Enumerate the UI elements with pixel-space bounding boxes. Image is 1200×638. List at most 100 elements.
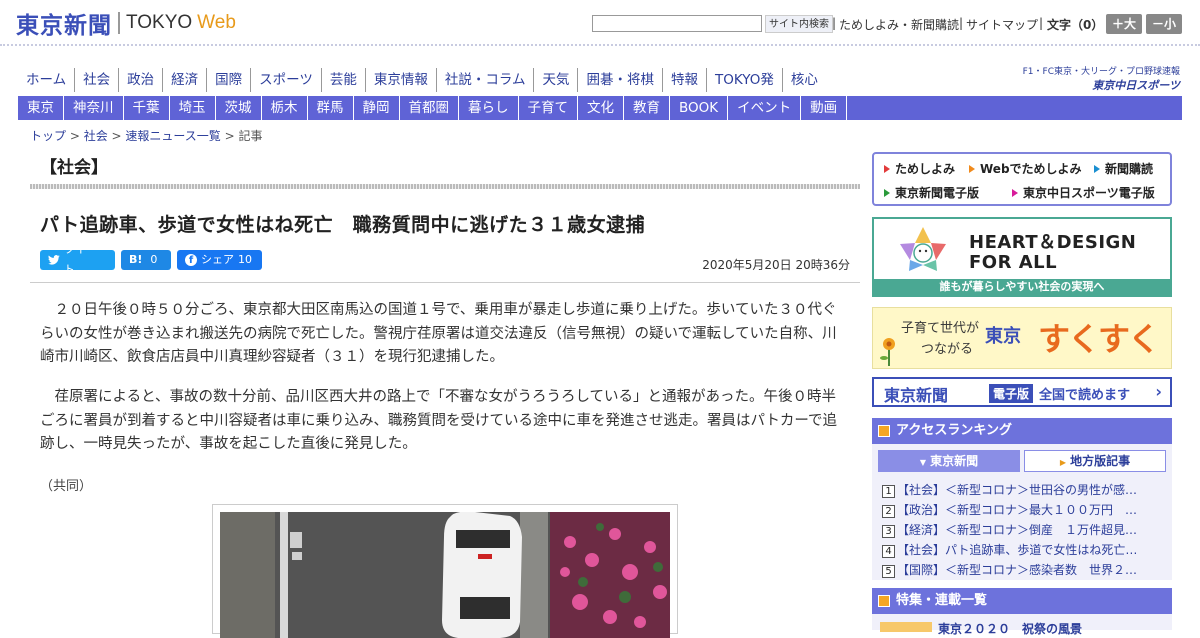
sitemap-link[interactable]: サイトマップ bbox=[966, 16, 1038, 33]
logo-english: TOKYO bbox=[126, 12, 193, 33]
ranking-item[interactable]: 4 【社会】パト追跡車、歩道で女性はね死亡… bbox=[882, 541, 1164, 558]
breadcrumb-sep: > bbox=[66, 129, 84, 143]
section-divider bbox=[30, 184, 860, 189]
tweet-label: ツイート bbox=[63, 243, 97, 276]
features-panel-body: 東京２０２０ 祝祭の風景 bbox=[872, 614, 1172, 636]
ranking-title: 【経済】＜新型コロナ＞倒産 １万件超見… bbox=[897, 523, 1138, 537]
breadcrumb-social[interactable]: 社会 bbox=[84, 129, 108, 143]
ranking-item[interactable]: 5 【国際】＜新型コロナ＞感染者数 世界２… bbox=[882, 561, 1164, 578]
ranking-title: 【国際】＜新型コロナ＞感染者数 世界２… bbox=[897, 563, 1138, 577]
article-divider bbox=[30, 282, 860, 283]
main-nav-item[interactable]: 東京情報 bbox=[366, 68, 437, 92]
region-nav-item[interactable]: 教育 bbox=[624, 96, 670, 120]
tab-local-label: 地方版記事 bbox=[1070, 454, 1131, 468]
main-nav-item[interactable]: TOKYO発 bbox=[707, 68, 783, 92]
main-nav-item[interactable]: 国際 bbox=[207, 68, 252, 92]
region-nav-item[interactable]: 暮らし bbox=[459, 96, 519, 120]
top-header: 東京新聞 TOKYO Web サイト内検索 | ためしよみ・新聞購読 | サイト… bbox=[0, 0, 1200, 46]
site-logo[interactable]: 東京新聞 TOKYO Web bbox=[16, 9, 236, 39]
region-nav-item[interactable]: 文化 bbox=[578, 96, 624, 120]
subscription-link-label: Webでためしよみ bbox=[980, 162, 1082, 176]
region-nav-item[interactable]: 茨城 bbox=[216, 96, 262, 120]
region-nav-item[interactable]: 栃木 bbox=[262, 96, 308, 120]
breadcrumb: トップ > 社会 > 速報ニュース一覧 > 記事 bbox=[30, 127, 263, 144]
feature-thumbnail[interactable] bbox=[880, 622, 932, 632]
main-nav-item[interactable]: 囲碁・将棋 bbox=[578, 68, 663, 92]
subscription-links-box: ためしよみ Webでためしよみ 新聞購読東京新聞電子版 東京中日スポーツ電子版 bbox=[872, 152, 1172, 206]
main-nav-item[interactable]: 社会 bbox=[75, 68, 120, 92]
region-nav-item[interactable]: 東京 bbox=[18, 96, 64, 120]
ranking-panel-body: ▼ 東京新聞 ▶ 地方版記事 1 【社会】＜新型コロナ＞世田谷の男性が感… 2 【政治】＜… bbox=[872, 444, 1172, 580]
article-paragraph: ２０日午後０時５０分ごろ、東京都大田区南馬込の国道１号で、乗用車が暴走し歩道に乗… bbox=[40, 302, 837, 365]
article-date: 2020年5月20日 20時36分 bbox=[702, 258, 850, 272]
main-nav-item[interactable]: 芸能 bbox=[322, 68, 366, 92]
region-nav-item[interactable]: 静岡 bbox=[354, 96, 400, 120]
separator-bar: | bbox=[1039, 16, 1044, 30]
facebook-share-label: シェア bbox=[201, 253, 234, 266]
arrow-right-icon bbox=[1094, 165, 1100, 173]
site-search-button[interactable]: サイト内検索 bbox=[765, 15, 833, 33]
heart-design-banner[interactable]: HEART＆DESIGN FOR ALL 誰もが暮らしやすい社会の実現へ bbox=[872, 217, 1172, 297]
hatena-bookmark-button[interactable]: B! 0 bbox=[121, 250, 171, 270]
features-title: 特集・連載一覧 bbox=[896, 593, 988, 608]
tab-local-articles[interactable]: ▶ 地方版記事 bbox=[1024, 450, 1166, 472]
article-photo[interactable] bbox=[220, 512, 670, 638]
site-search-input[interactable] bbox=[592, 15, 762, 32]
region-nav-item[interactable]: 子育て bbox=[519, 96, 578, 120]
main-nav: ホーム 社会 政治 経済 国際 スポーツ 芸能 東京情報 社説・コラム 天気 囲碁・将棋 特報 TOKY… bbox=[18, 68, 826, 92]
main-nav-item[interactable]: ホーム bbox=[18, 68, 76, 92]
edition-paper-name: 東京新聞 bbox=[884, 386, 949, 405]
region-nav-item[interactable]: 群馬 bbox=[308, 96, 354, 120]
font-smaller-button[interactable]: －小 bbox=[1146, 14, 1182, 34]
region-nav-item[interactable]: 千葉 bbox=[124, 96, 170, 120]
facebook-icon: f bbox=[185, 254, 197, 266]
ranking-number: 2 bbox=[882, 505, 895, 518]
tokyo-sukusuku-banner[interactable]: 子育て世代が つながる 東京 すくすく bbox=[872, 307, 1172, 369]
breadcrumb-current: 記事 bbox=[238, 129, 263, 143]
ranking-title: アクセスランキング bbox=[896, 423, 1012, 438]
main-nav-item[interactable]: 社説・コラム bbox=[437, 68, 535, 92]
heart-design-title1: HEART＆DESIGN bbox=[969, 232, 1137, 253]
arrow-right-icon bbox=[1012, 189, 1018, 197]
main-nav-item[interactable]: 経済 bbox=[163, 68, 208, 92]
subscription-link[interactable]: 東京新聞電子版 bbox=[884, 184, 979, 201]
region-nav-item[interactable]: 埼玉 bbox=[170, 96, 216, 120]
region-nav-item[interactable]: 神奈川 bbox=[64, 96, 124, 120]
ranking-title: 【社会】＜新型コロナ＞世田谷の男性が感… bbox=[897, 483, 1138, 497]
edition-badge: 電子版 bbox=[989, 384, 1034, 403]
ranking-item[interactable]: 3 【経済】＜新型コロナ＞倒産 １万件超見… bbox=[882, 521, 1164, 538]
accident-scene-photo bbox=[220, 512, 670, 638]
subscription-link[interactable]: 新聞購読 bbox=[1094, 160, 1153, 177]
main-nav-item[interactable]: 政治 bbox=[119, 68, 164, 92]
main-nav-item[interactable]: 特報 bbox=[663, 68, 707, 92]
arrow-right-icon bbox=[884, 189, 890, 197]
subscription-link[interactable]: 東京中日スポーツ電子版 bbox=[1012, 184, 1155, 201]
subscription-link[interactable]: ためしよみ bbox=[884, 160, 955, 177]
main-nav-item[interactable]: 核心 bbox=[783, 68, 826, 92]
facebook-share-button[interactable]: f シェア 10 bbox=[177, 250, 262, 270]
region-nav-item[interactable]: 動画 bbox=[801, 96, 848, 120]
region-nav-item[interactable]: イベント bbox=[728, 96, 802, 120]
breadcrumb-top[interactable]: トップ bbox=[30, 129, 66, 143]
main-nav-item[interactable]: スポーツ bbox=[251, 68, 322, 92]
ranking-title: 【政治】＜新型コロナ＞最大１００万円 … bbox=[897, 503, 1138, 517]
tweet-button[interactable]: ツイート bbox=[40, 243, 115, 276]
breadcrumb-news-list[interactable]: 速報ニュース一覧 bbox=[125, 129, 220, 143]
tochu-sports-banner[interactable]: F1・FC東京・大リーグ・プロ野球速報 東京中日スポーツ bbox=[1022, 64, 1180, 93]
ranking-item[interactable]: 2 【政治】＜新型コロナ＞最大１００万円 … bbox=[882, 501, 1164, 518]
article-paragraph: 荏原署によると、事故の数十分前、品川区西大井の路上で「不審な女がうろうろしている… bbox=[40, 389, 838, 452]
feature-item-link[interactable]: 東京２０２０ 祝祭の風景 bbox=[938, 620, 1082, 637]
digital-edition-banner[interactable]: 東京新聞 電子版 全国で読めます › bbox=[872, 377, 1172, 407]
article-credit: （共同） bbox=[40, 479, 93, 494]
region-nav-item[interactable]: BOOK bbox=[670, 96, 729, 120]
subscription-link[interactable]: Webでためしよみ bbox=[969, 160, 1082, 177]
region-nav-item[interactable]: 首都圏 bbox=[400, 96, 459, 120]
main-nav-item[interactable]: 天気 bbox=[534, 68, 579, 92]
ranking-item[interactable]: 1 【社会】＜新型コロナ＞世田谷の男性が感… bbox=[882, 481, 1164, 498]
tab-tokyo-shimbun[interactable]: ▼ 東京新聞 bbox=[878, 450, 1020, 472]
facebook-share-count: 10 bbox=[238, 253, 252, 266]
sukusuku-brand: すくすく bbox=[1038, 320, 1160, 358]
trial-subscribe-link[interactable]: ためしよみ・新聞購読 bbox=[839, 16, 959, 33]
font-larger-button[interactable]: ＋大 bbox=[1106, 14, 1142, 34]
logo-web: Web bbox=[197, 12, 236, 33]
